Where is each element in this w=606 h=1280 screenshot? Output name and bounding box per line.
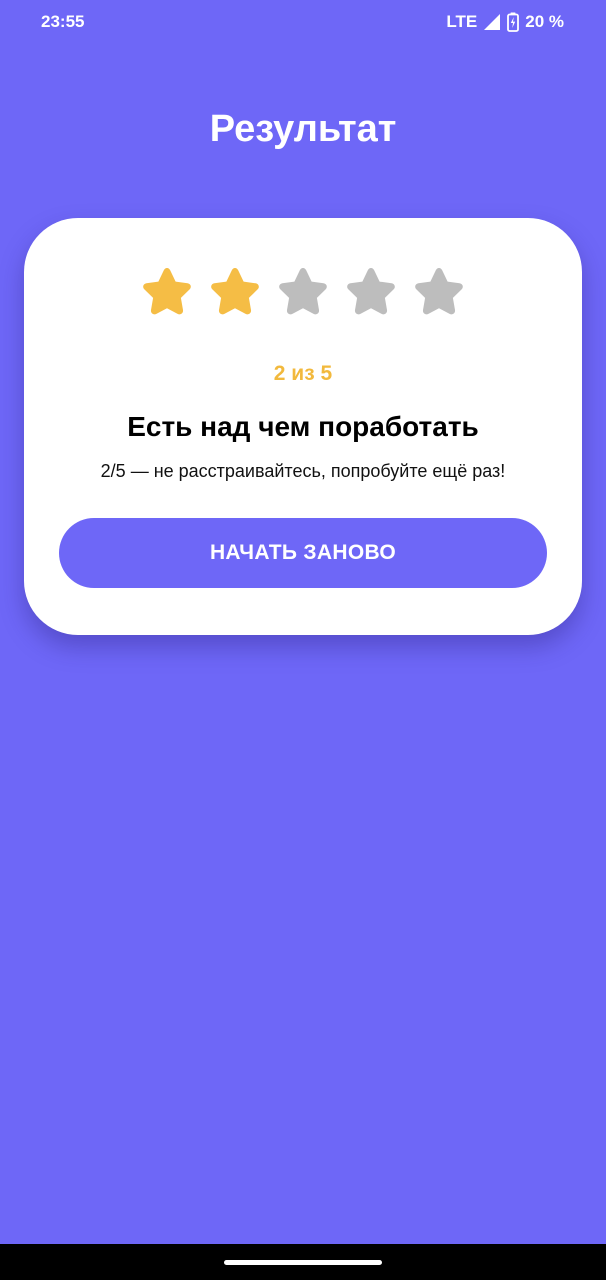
battery-percent: 20 % — [525, 12, 564, 31]
star-filled-icon — [137, 264, 197, 324]
result-message: 2/5 — не расстраивайтесь, попробуйте ещё… — [100, 461, 506, 481]
star-empty-icon — [409, 264, 469, 324]
result-headline: Есть над чем поработать — [127, 411, 479, 442]
home-indicator[interactable] — [224, 1260, 382, 1265]
result-card: 2 из 5 Есть над чем поработать 2/5 — не … — [24, 218, 582, 635]
star-filled-icon — [205, 264, 265, 324]
status-bar: 23:55 LTE 20 % — [0, 0, 606, 44]
score-label: 2 из 5 — [273, 362, 333, 385]
navigation-bar — [0, 1244, 606, 1280]
status-time: 23:55 — [41, 12, 85, 31]
battery-icon — [507, 12, 520, 32]
restart-button[interactable]: НАЧАТЬ ЗАНОВО — [59, 518, 547, 588]
network-type: LTE — [446, 12, 478, 31]
page-title: Результат — [209, 108, 397, 150]
status-indicators: LTE 20 % — [446, 12, 564, 32]
signal-icon — [483, 13, 501, 31]
star-empty-icon — [341, 264, 401, 324]
star-empty-icon — [273, 264, 333, 324]
star-rating — [24, 264, 582, 324]
